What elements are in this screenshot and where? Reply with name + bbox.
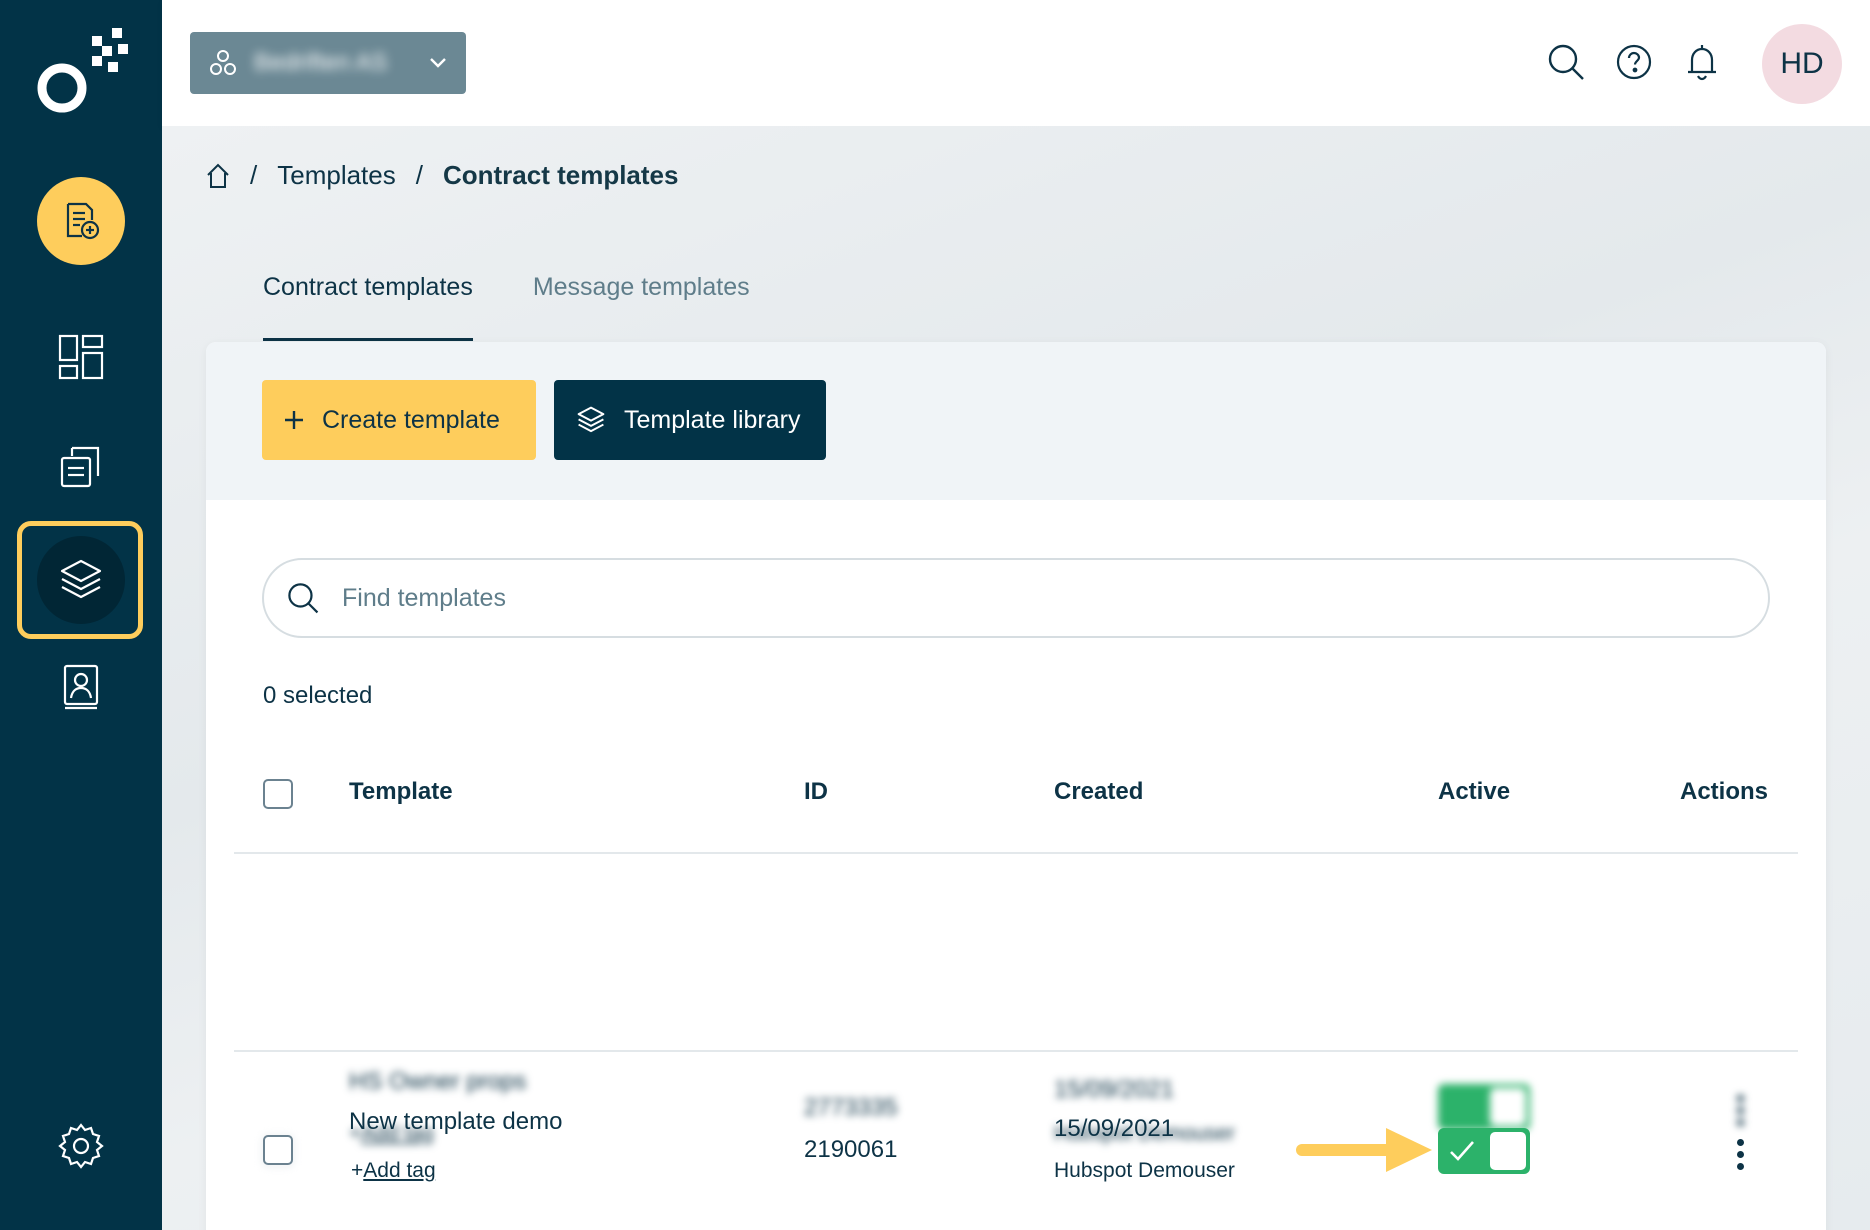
active-toggle[interactable] (1438, 1084, 1530, 1130)
documents-icon (60, 446, 100, 488)
search-icon (288, 583, 319, 614)
created-date: 15/09/2021 (1054, 1115, 1175, 1142)
new-document-button[interactable] (37, 177, 125, 265)
workspace-name: Bedriften AS (254, 49, 388, 76)
divider (234, 852, 1798, 854)
search-input[interactable] (342, 583, 1742, 613)
sidebar-item-contacts[interactable] (37, 643, 125, 731)
select-all-checkbox[interactable] (263, 779, 293, 809)
row-checkbox[interactable] (263, 1135, 293, 1165)
sidebar-item-dashboard[interactable] (37, 313, 125, 401)
selected-count: 0 selected (263, 682, 373, 709)
sidebar-item-templates[interactable] (37, 536, 125, 624)
breadcrumb: / Templates / Contract templates (206, 160, 678, 191)
bell-icon[interactable] (1682, 42, 1722, 82)
chevron-down-icon (430, 58, 446, 68)
add-tag-link[interactable]: +Add tag (351, 1159, 436, 1183)
dashboard-icon (58, 334, 104, 380)
breadcrumb-templates[interactable]: Templates (277, 160, 396, 191)
contacts-icon (63, 664, 99, 710)
layers-icon (577, 406, 605, 433)
sidebar-item-documents[interactable] (37, 423, 125, 511)
header-active: Active (1438, 778, 1511, 805)
settings-gear-icon (58, 1123, 104, 1169)
header-created[interactable]: Created (1054, 778, 1143, 806)
header-id[interactable]: ID (804, 778, 828, 806)
active-toggle[interactable] (1438, 1128, 1530, 1174)
templates-panel: Create template Template library 0 selec… (206, 342, 1826, 1230)
top-bar: Bedriften AS HD (162, 0, 1870, 126)
template-library-label: Template library (624, 405, 801, 434)
template-id: 2773335 (804, 1094, 898, 1121)
template-library-button[interactable]: Template library (554, 380, 826, 460)
tabs: Contract templates Message templates (263, 265, 750, 341)
templates-layers-icon (60, 559, 102, 599)
add-tag-label: Add tag (363, 1159, 436, 1182)
tab-contract-templates[interactable]: Contract templates (263, 265, 473, 341)
new-document-icon (66, 202, 100, 240)
workspace-selector[interactable]: Bedriften AS (190, 32, 466, 94)
divider (234, 1050, 1798, 1052)
home-icon[interactable] (206, 163, 230, 189)
help-icon[interactable] (1614, 42, 1654, 82)
template-name[interactable]: New template demo (349, 1108, 562, 1136)
breadcrumb-current: Contract templates (442, 160, 679, 190)
logo (37, 28, 128, 113)
create-template-label: Create template (322, 405, 500, 434)
breadcrumb-separator: / (415, 160, 423, 190)
tab-message-templates[interactable]: Message templates (533, 265, 750, 341)
template-id: 2190061 (804, 1136, 898, 1163)
header-template[interactable]: Template (349, 778, 453, 806)
created-by: Hubspot Demouser (1054, 1159, 1235, 1182)
plus-icon (285, 411, 303, 429)
check-icon (1450, 1141, 1474, 1161)
search-icon[interactable] (1546, 42, 1586, 82)
create-template-button[interactable]: Create template (262, 380, 536, 460)
sidebar (0, 0, 162, 1230)
pointer-arrow (1296, 1128, 1432, 1172)
row-actions-menu[interactable] (1730, 1134, 1750, 1174)
workspace-icon (210, 50, 236, 75)
header-actions: Actions (1680, 778, 1769, 805)
created-date: 15/09/2021 (1054, 1076, 1175, 1103)
avatar[interactable]: HD (1762, 24, 1842, 104)
row-actions-menu[interactable] (1730, 1090, 1750, 1130)
panel-toolbar: Create template Template library (206, 342, 1826, 500)
search-field[interactable] (262, 558, 1770, 638)
template-name[interactable]: HS Owner props (349, 1068, 526, 1096)
sidebar-item-settings[interactable] (37, 1102, 125, 1190)
breadcrumb-separator: / (250, 160, 258, 190)
